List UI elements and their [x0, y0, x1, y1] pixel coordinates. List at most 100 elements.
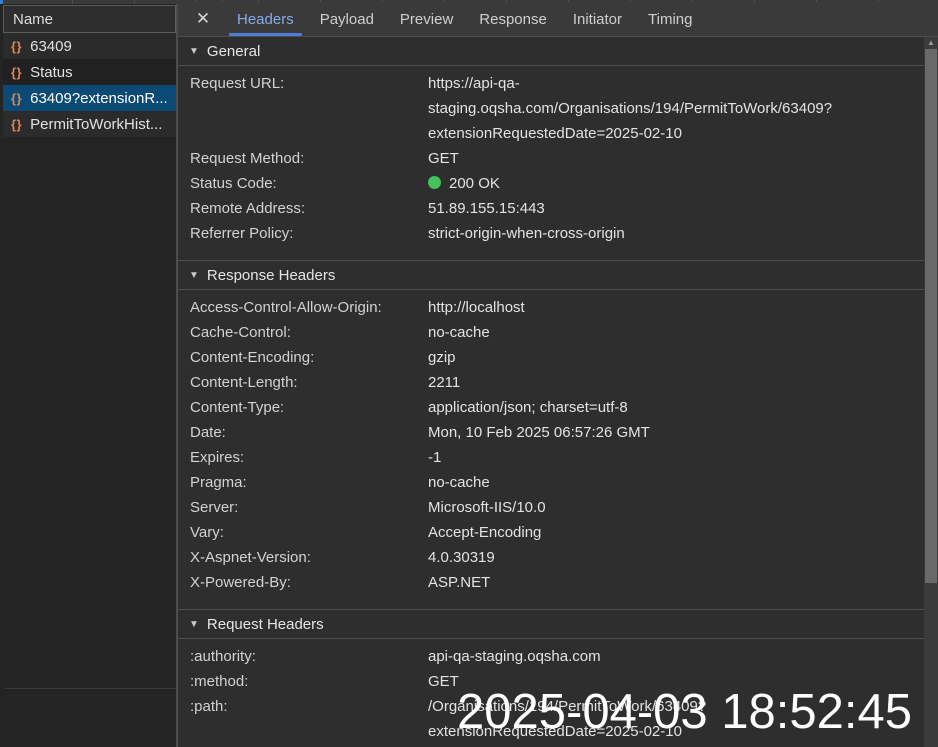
collapse-triangle-icon: ▼	[189, 269, 199, 281]
header-row: Referrer Policy: strict-origin-when-cros…	[178, 221, 924, 246]
header-row: :authority: api-qa-staging.oqsha.com	[178, 644, 924, 669]
header-row: Content-Length: 2211	[178, 370, 924, 395]
header-value: ASP.NET	[428, 574, 491, 591]
request-row-permittoworkhistory[interactable]: {} PermitToWorkHist...	[3, 111, 176, 137]
tab-label: Headers	[237, 10, 294, 28]
header-row: X-Powered-By: ASP.NET	[178, 570, 924, 595]
header-value: no-cache	[428, 324, 490, 341]
name-column-label: Name	[13, 10, 54, 28]
header-name: :method:	[190, 673, 249, 690]
sidebar-divider	[5, 688, 176, 689]
header-row: Cache-Control: no-cache	[178, 320, 924, 345]
header-value: no-cache	[428, 474, 490, 491]
section-response-headers: ▼ Response Headers Access-Control-Allow-…	[178, 260, 924, 609]
header-value: 51.89.155.15:443	[428, 200, 545, 217]
tab-label: Response	[479, 10, 547, 28]
header-name: Content-Length:	[190, 374, 298, 391]
header-name: Server:	[190, 499, 239, 516]
collapse-triangle-icon: ▼	[189, 45, 199, 57]
header-name: Content-Type:	[190, 399, 285, 416]
tab-timing[interactable]: Timing	[637, 2, 703, 36]
json-braces-icon: {}	[11, 64, 23, 80]
request-row-status[interactable]: {} Status	[3, 59, 176, 85]
tab-label: Preview	[399, 10, 454, 28]
status-code-text: 200 OK	[449, 175, 500, 192]
header-value: http://localhost	[428, 299, 525, 316]
header-row: Vary: Accept-Encoding	[178, 520, 924, 545]
close-panel-button[interactable]: ✕	[184, 2, 222, 36]
request-row-label: Status	[30, 63, 73, 81]
tab-headers[interactable]: Headers	[226, 2, 305, 36]
request-row-63409[interactable]: {} 63409	[3, 33, 176, 59]
network-request-sidebar: Name {} 63409 {} Status {} 63409?extensi…	[0, 4, 178, 747]
section-general-header[interactable]: ▼ General	[178, 37, 924, 66]
request-row-label: PermitToWorkHist...	[30, 115, 163, 133]
header-row: Pragma: no-cache	[178, 470, 924, 495]
section-general-rows: Request URL: https://api-qa-staging.oqsh…	[178, 66, 924, 260]
status-ok-dot-icon	[428, 176, 441, 189]
header-value: -1	[428, 449, 442, 466]
request-row-63409-extension-selected[interactable]: {} 63409?extensionR...	[3, 85, 176, 111]
json-braces-icon: {}	[11, 90, 23, 106]
header-value: api-qa-staging.oqsha.com	[428, 648, 601, 665]
tab-label: Payload	[319, 10, 374, 28]
header-name: Pragma:	[190, 474, 247, 491]
section-title: General	[206, 42, 261, 60]
header-value: strict-origin-when-cross-origin	[428, 225, 625, 242]
collapse-triangle-icon: ▼	[189, 618, 199, 630]
scrollbar-thumb[interactable]	[925, 49, 937, 583]
tab-label: Initiator	[572, 10, 623, 28]
header-row: Expires: -1	[178, 445, 924, 470]
headers-content: ▼ General Request URL: https://api-qa-st…	[178, 37, 924, 747]
tab-initiator[interactable]: Initiator	[562, 2, 633, 36]
section-title: Request Headers	[206, 615, 324, 633]
header-name: Cache-Control:	[190, 324, 291, 341]
timestamp-watermark: 2025-04-03 18:52:45	[457, 685, 912, 739]
scroll-up-arrow-icon[interactable]: ▲	[924, 37, 938, 49]
header-name: X-Aspnet-Version:	[190, 549, 311, 566]
header-row: Request URL: https://api-qa-staging.oqsh…	[178, 71, 924, 146]
request-list: {} 63409 {} Status {} 63409?extensionR..…	[3, 33, 176, 137]
tab-label: Timing	[648, 10, 693, 28]
section-general: ▼ General Request URL: https://api-qa-st…	[178, 37, 924, 260]
header-name: :authority:	[190, 648, 256, 665]
header-value: GET	[428, 150, 459, 167]
header-name: Content-Encoding:	[190, 349, 315, 366]
section-response-headers-header[interactable]: ▼ Response Headers	[178, 261, 924, 290]
header-row: Request Method: GET	[178, 146, 924, 171]
header-row: Content-Type: application/json; charset=…	[178, 395, 924, 420]
header-name: Remote Address:	[190, 200, 306, 217]
tab-payload[interactable]: Payload	[309, 2, 385, 36]
header-name: Request URL:	[190, 75, 285, 92]
request-row-label: 63409?extensionR...	[30, 89, 168, 107]
tab-response[interactable]: Response	[468, 2, 558, 36]
header-name: Request Method:	[190, 150, 305, 167]
header-name: Vary:	[190, 524, 224, 541]
header-name: Date:	[190, 424, 226, 441]
header-row: Content-Encoding: gzip	[178, 345, 924, 370]
header-name: Referrer Policy:	[190, 225, 294, 242]
header-value: 200 OK	[428, 171, 924, 196]
header-row: Server: Microsoft-IIS/10.0	[178, 495, 924, 520]
tab-preview[interactable]: Preview	[389, 2, 464, 36]
header-value: 4.0.30319	[428, 549, 495, 566]
name-column-header[interactable]: Name	[3, 5, 176, 33]
header-row: Remote Address: 51.89.155.15:443	[178, 196, 924, 221]
vertical-scrollbar[interactable]: ▲	[924, 37, 938, 747]
request-details-panel: ✕ Headers Payload Preview Response Initi…	[178, 0, 938, 747]
header-value: https://api-qa-staging.oqsha.com/Organis…	[428, 75, 833, 142]
header-name: :path:	[190, 698, 228, 715]
header-name: Expires:	[190, 449, 245, 466]
header-name: X-Powered-By:	[190, 574, 291, 591]
section-title: Response Headers	[206, 266, 336, 284]
header-value: Microsoft-IIS/10.0	[428, 499, 546, 516]
section-request-headers-header[interactable]: ▼ Request Headers	[178, 610, 924, 639]
header-value: Mon, 10 Feb 2025 06:57:26 GMT	[428, 424, 650, 441]
header-name: Access-Control-Allow-Origin:	[190, 299, 382, 316]
close-icon: ✕	[195, 9, 211, 28]
section-response-headers-rows: Access-Control-Allow-Origin: http://loca…	[178, 290, 924, 609]
header-name: Status Code:	[190, 175, 277, 192]
header-row: Date: Mon, 10 Feb 2025 06:57:26 GMT	[178, 420, 924, 445]
header-value: application/json; charset=utf-8	[428, 399, 628, 416]
details-tab-bar: ✕ Headers Payload Preview Response Initi…	[178, 2, 938, 37]
